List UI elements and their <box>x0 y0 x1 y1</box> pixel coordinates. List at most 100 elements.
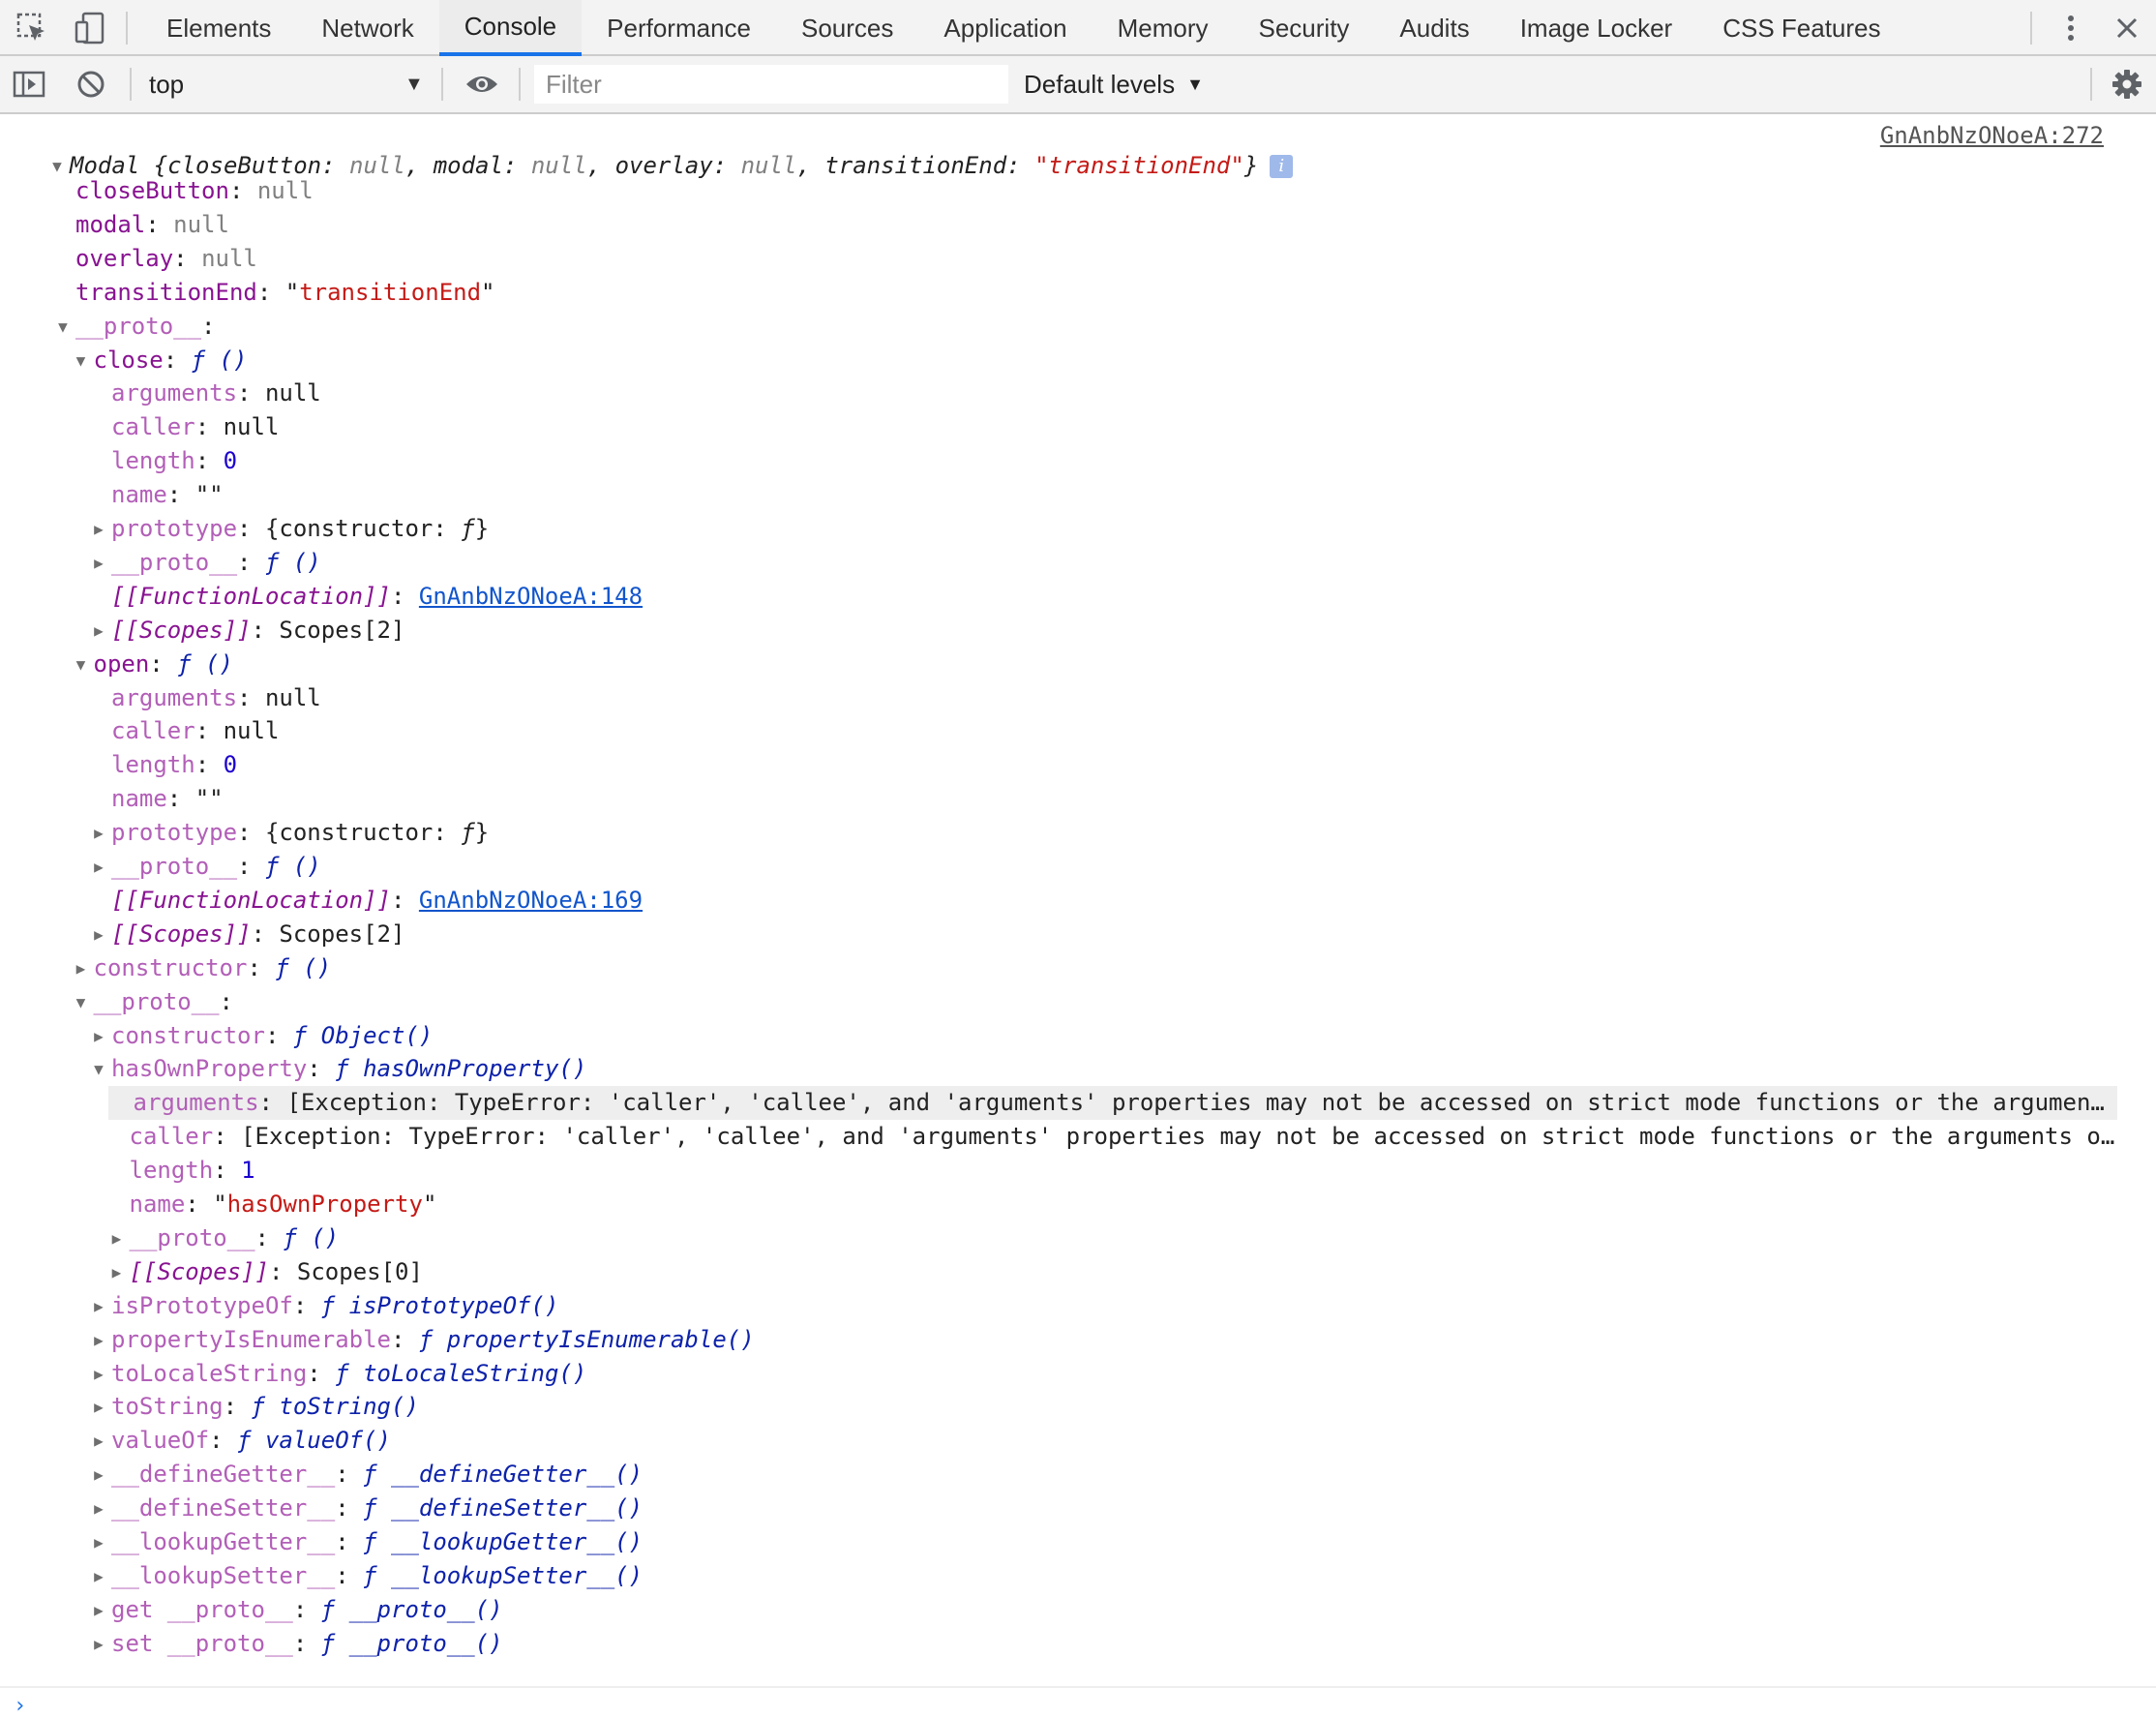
gear-icon[interactable] <box>2106 56 2148 112</box>
tab-sources[interactable]: Sources <box>776 0 918 56</box>
property-row[interactable]: length: 0 <box>0 748 2117 782</box>
property-row[interactable]: name: "" <box>0 782 2117 816</box>
property-row[interactable]: length: 0 <box>0 444 2117 478</box>
property-row[interactable]: ▶ constructor: ƒ Object() <box>0 1019 2117 1053</box>
inspect-element-icon[interactable] <box>10 0 54 56</box>
collapse-triangle-icon[interactable]: ▼ <box>50 310 75 344</box>
property-row[interactable]: ▶ toLocaleString: ƒ toLocaleString() <box>0 1357 2117 1391</box>
tab-audits[interactable]: Audits <box>1374 0 1494 56</box>
context-dropdown-icon[interactable]: ▼ <box>404 56 424 112</box>
tab-performance[interactable]: Performance <box>582 0 776 56</box>
tab-elements[interactable]: Elements <box>141 0 296 56</box>
filter-input[interactable] <box>534 65 1008 104</box>
property-row[interactable]: ▶ valueOf: ƒ valueOf() <box>0 1424 2117 1458</box>
property-row[interactable]: ▼ __proto__: <box>0 985 2117 1019</box>
console-prompt-icon[interactable]: › <box>14 1694 26 1718</box>
clear-console-icon[interactable] <box>70 56 112 112</box>
expand-triangle-icon[interactable]: ▶ <box>86 1525 111 1559</box>
property-row[interactable]: modal: null <box>0 208 2117 242</box>
property-row[interactable]: ▶ __proto__: ƒ () <box>0 850 2117 884</box>
property-row[interactable]: ▶ [[Scopes]]: Scopes[2] <box>0 918 2117 951</box>
expand-triangle-icon[interactable]: ▶ <box>86 1357 111 1391</box>
property-row[interactable]: ▼ __proto__: <box>0 310 2117 344</box>
property-row[interactable]: ▶ __proto__: ƒ () <box>0 1221 2117 1255</box>
property-row[interactable]: arguments: null <box>0 681 2117 715</box>
expand-triangle-icon[interactable]: ▶ <box>86 816 111 850</box>
expand-triangle-icon[interactable]: ▶ <box>86 614 111 648</box>
expand-triangle-icon[interactable]: ▶ <box>86 918 111 951</box>
property-row[interactable]: ▶ __defineGetter__: ƒ __defineGetter__() <box>0 1458 2117 1492</box>
property-row[interactable]: [[FunctionLocation]]: GnAnbNzONoeA:148 <box>0 580 2117 614</box>
property-row[interactable]: ▶ [[Scopes]]: Scopes[0] <box>0 1255 2117 1289</box>
expand-triangle-icon[interactable]: ▶ <box>105 1255 130 1289</box>
property-row[interactable]: ▶ __defineSetter__: ƒ __defineSetter__() <box>0 1492 2117 1525</box>
expand-triangle-icon[interactable]: ▶ <box>86 546 111 580</box>
property-key: length <box>129 1157 214 1185</box>
property-row[interactable]: transitionEnd: "transitionEnd" <box>0 276 2117 310</box>
expand-triangle-icon[interactable]: ▶ <box>86 1559 111 1593</box>
property-row[interactable]: ▶ __lookupSetter__: ƒ __lookupSetter__() <box>0 1559 2117 1593</box>
expand-triangle-icon[interactable]: ▶ <box>86 1323 111 1357</box>
device-toolbar-icon[interactable] <box>68 0 112 56</box>
source-link[interactable]: GnAnbNzONoeA:272 <box>1880 122 2104 149</box>
property-value: " <box>422 1191 437 1218</box>
tab-application[interactable]: Application <box>918 0 1092 56</box>
expand-triangle-icon[interactable]: ▶ <box>86 1019 111 1053</box>
tab-network[interactable]: Network <box>296 0 438 56</box>
expand-triangle-icon[interactable]: ▶ <box>86 512 111 546</box>
property-row[interactable]: ▶ isPrototypeOf: ƒ isPrototypeOf() <box>0 1289 2117 1323</box>
expand-triangle-icon[interactable]: ▶ <box>86 1424 111 1458</box>
expand-triangle-icon[interactable]: ▶ <box>69 951 94 985</box>
collapse-triangle-icon[interactable]: ▼ <box>69 985 94 1019</box>
property-row[interactable]: ▶ propertyIsEnumerable: ƒ propertyIsEnume… <box>0 1323 2117 1357</box>
expand-triangle-icon[interactable]: ▶ <box>86 1289 111 1323</box>
tab-image-locker[interactable]: Image Locker <box>1495 0 1698 56</box>
property-row[interactable]: ▼ hasOwnProperty: ƒ hasOwnProperty() <box>0 1052 2117 1086</box>
show-sidebar-icon[interactable] <box>8 56 50 112</box>
property-row[interactable]: name: "hasOwnProperty" <box>0 1188 2117 1221</box>
expand-triangle-icon[interactable]: ▶ <box>86 1492 111 1525</box>
toolbar-divider <box>2090 68 2092 101</box>
log-levels-dropdown[interactable]: Default levels ▼ <box>1024 56 1204 112</box>
function-location-link[interactable]: GnAnbNzONoeA:148 <box>419 583 643 610</box>
tab-css-features[interactable]: CSS Features <box>1697 0 1905 56</box>
expand-triangle-icon[interactable]: ▶ <box>86 1627 111 1661</box>
property-row[interactable]: ▶ prototype: {constructor: ƒ} <box>0 816 2117 850</box>
collapse-triangle-icon[interactable]: ▼ <box>86 1052 111 1086</box>
property-row[interactable]: ▶ get __proto__: ƒ __proto__() <box>0 1593 2117 1627</box>
function-location-link[interactable]: GnAnbNzONoeA:169 <box>419 887 643 914</box>
property-row[interactable]: ▼ open: ƒ () <box>0 648 2117 681</box>
live-expression-icon[interactable] <box>461 56 503 112</box>
property-row[interactable]: ▶ constructor: ƒ () <box>0 951 2117 985</box>
tab-console[interactable]: Console <box>438 0 583 56</box>
property-row[interactable]: length: 1 <box>0 1154 2117 1188</box>
property-row[interactable]: closeButton: null <box>0 174 2117 208</box>
expand-triangle-icon[interactable]: ▶ <box>86 1458 111 1492</box>
property-row[interactable]: ▶ prototype: {constructor: ƒ} <box>0 512 2117 546</box>
property-row[interactable]: name: "" <box>0 478 2117 512</box>
expand-triangle-icon[interactable]: ▶ <box>105 1221 130 1255</box>
property-row[interactable]: [[FunctionLocation]]: GnAnbNzONoeA:169 <box>0 884 2117 918</box>
property-row[interactable]: caller: null <box>0 714 2117 748</box>
property-row[interactable]: overlay: null <box>0 242 2117 276</box>
expand-triangle-icon[interactable]: ▶ <box>86 850 111 884</box>
tab-memory[interactable]: Memory <box>1093 0 1234 56</box>
context-selector[interactable]: top <box>149 56 184 112</box>
property-row[interactable]: ▶ [[Scopes]]: Scopes[2] <box>0 614 2117 648</box>
expand-triangle-icon[interactable]: ▶ <box>86 1390 111 1424</box>
tab-security[interactable]: Security <box>1234 0 1375 56</box>
property-row[interactable]: ▶ __proto__: ƒ () <box>0 546 2117 580</box>
collapse-triangle-icon[interactable]: ▼ <box>69 648 94 681</box>
collapse-triangle-icon[interactable]: ▼ <box>69 344 94 377</box>
property-row[interactable]: caller: [Exception: TypeError: 'caller',… <box>0 1120 2118 1154</box>
property-row[interactable]: ▼ close: ƒ () <box>0 344 2117 377</box>
close-icon[interactable] <box>2108 0 2146 56</box>
property-row[interactable]: ▶ toString: ƒ toString() <box>0 1390 2117 1424</box>
property-row[interactable]: caller: null <box>0 410 2117 444</box>
property-row[interactable]: ▶ set __proto__: ƒ __proto__() <box>0 1627 2117 1661</box>
property-row[interactable]: arguments: null <box>0 377 2117 410</box>
vertical-ellipsis-icon[interactable] <box>2051 0 2090 56</box>
property-row[interactable]: ▶ __lookupGetter__: ƒ __lookupGetter__() <box>0 1525 2117 1559</box>
expand-triangle-icon[interactable]: ▶ <box>86 1593 111 1627</box>
property-row[interactable]: arguments: [Exception: TypeError: 'calle… <box>107 1086 2117 1121</box>
